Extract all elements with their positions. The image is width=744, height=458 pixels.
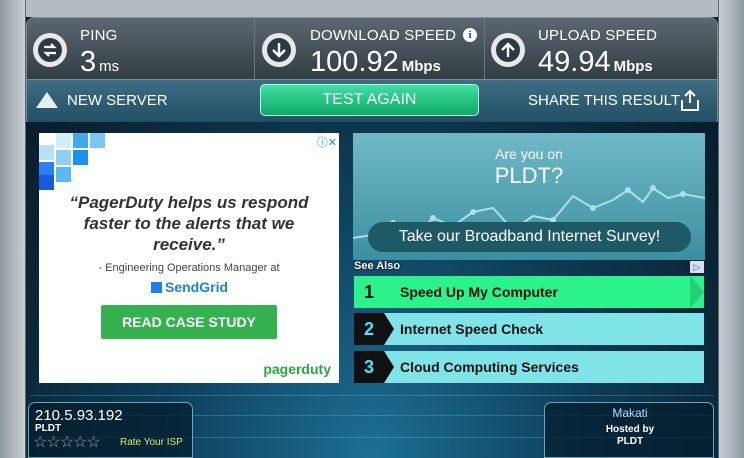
- upload-value: 49.94 Mbps: [538, 46, 653, 79]
- test-again-button[interactable]: TEST AGAIN: [260, 84, 479, 116]
- survey-question-line2: PLDT?: [494, 163, 564, 188]
- link-number: 1: [363, 282, 374, 302]
- new-server-button[interactable]: NEW SERVER: [33, 80, 183, 122]
- rating-stars[interactable]: ☆☆☆☆☆: [33, 432, 101, 452]
- share-label: SHARE THIS RESULT: [528, 92, 680, 109]
- link-text: Cloud Computing Services: [400, 359, 579, 375]
- ping-metric: PING 3 ms: [27, 18, 255, 79]
- speedtest-stage: PING 3 ms DOWNLOAD SPEED i 100.92 Mbps UPL…: [0, 0, 744, 458]
- download-unit: Mbps: [401, 58, 441, 75]
- metrics-bar: PING 3 ms DOWNLOAD SPEED i 100.92 Mbps UPL…: [26, 17, 718, 80]
- rate-isp-link[interactable]: Rate Your ISP: [120, 437, 183, 448]
- isp-panel: 210.5.93.192 PLDT ☆☆☆☆☆ Rate Your ISP: [28, 402, 193, 458]
- download-label: DOWNLOAD SPEED: [310, 27, 457, 44]
- share-icon: [681, 89, 699, 111]
- ad-tile: [56, 133, 71, 148]
- upload-label: UPLOAD SPEED: [538, 27, 658, 44]
- adchoices-icon[interactable]: ⓘ✕: [317, 134, 337, 150]
- frame-right: [718, 0, 744, 458]
- ad-tile: [39, 145, 54, 160]
- upload-number: 49.94: [538, 46, 611, 78]
- frame-left: [0, 0, 26, 458]
- see-also-link-1[interactable]: 1 Speed Up My Computer: [354, 276, 704, 308]
- link-arrow-icon: [384, 313, 394, 345]
- ad-tile: [90, 133, 105, 148]
- ad-quote: “PagerDuty helps us respond faster to th…: [69, 193, 309, 254]
- ip-address: 210.5.93.192: [35, 407, 123, 424]
- ad-tile: [73, 133, 88, 148]
- download-icon: [262, 33, 296, 67]
- survey-button[interactable]: Take our Broadband Internet Survey!: [368, 222, 691, 252]
- link-number: 3: [354, 351, 384, 383]
- pagerduty-logo: pagerduty: [263, 361, 331, 377]
- ping-number: 3: [80, 46, 97, 78]
- action-bar: NEW SERVER TEST AGAIN SHARE THIS RESULT: [26, 80, 718, 122]
- link-text: Speed Up My Computer: [400, 284, 558, 300]
- see-also-label: See Also: [354, 260, 401, 272]
- sendgrid-icon: [151, 282, 162, 293]
- chevron-right-icon: [690, 276, 704, 308]
- see-also-link-2[interactable]: 2 Internet Speed Check: [354, 313, 704, 345]
- upload-unit: Mbps: [613, 58, 653, 75]
- see-also-link-3[interactable]: 3 Cloud Computing Services: [354, 351, 704, 383]
- ad-attribution: - Engineering Operations Manager at: [98, 262, 280, 274]
- server-triangle-icon: [36, 92, 58, 108]
- ping-label: PING: [80, 27, 118, 44]
- link-number: 2: [354, 313, 384, 345]
- info-icon[interactable]: i: [463, 28, 477, 42]
- adchoices-icon[interactable]: ▷: [690, 261, 704, 273]
- ping-unit: ms: [99, 58, 120, 75]
- survey-question-line1: Are you on: [495, 146, 563, 162]
- download-metric: DOWNLOAD SPEED i 100.92 Mbps: [255, 18, 485, 79]
- ad-tile: [56, 150, 71, 165]
- hosted-by-label: Hosted by: [605, 424, 655, 435]
- upload-metric: UPLOAD SPEED 49.94 Mbps: [485, 18, 717, 79]
- ad-tile: [39, 175, 54, 190]
- pagerduty-ad[interactable]: ⓘ✕ “PagerDuty helps us respond faster to…: [39, 133, 339, 383]
- ad-tile: [73, 150, 88, 165]
- read-case-study-button[interactable]: READ CASE STUDY: [101, 305, 277, 339]
- host-panel[interactable]: Makati Hosted by PLDT: [544, 402, 714, 458]
- new-server-label: NEW SERVER: [67, 92, 168, 109]
- link-arrow-icon: [384, 351, 394, 383]
- upload-icon: [491, 33, 525, 67]
- download-value: 100.92 Mbps: [310, 46, 441, 79]
- ping-icon: [33, 33, 67, 67]
- ad-tile: [56, 167, 71, 182]
- share-button[interactable]: SHARE THIS RESULT: [527, 80, 712, 122]
- sendgrid-logo: SendGrid: [151, 279, 228, 295]
- sendgrid-name: SendGrid: [165, 279, 229, 295]
- link-text: Internet Speed Check: [400, 321, 544, 337]
- ping-value: 3 ms: [80, 46, 119, 79]
- frame-top: [0, 0, 744, 17]
- host-city: Makati: [612, 406, 648, 420]
- survey-banner[interactable]: Are you on PLDT? Take our Broadband Inte…: [353, 133, 705, 260]
- download-number: 100.92: [310, 46, 399, 78]
- host-isp: PLDT: [616, 436, 644, 447]
